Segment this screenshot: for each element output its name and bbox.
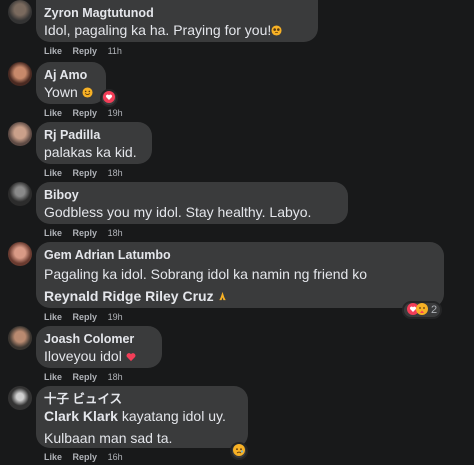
like-button[interactable]: Like bbox=[44, 168, 62, 178]
reaction-count: 2 bbox=[431, 304, 438, 316]
like-button[interactable]: Like bbox=[44, 452, 62, 462]
reaction-badge[interactable]: 2 bbox=[402, 301, 443, 319]
comment-actions: Like Reply 19h bbox=[44, 312, 123, 322]
comment-actions: Like Reply 18h bbox=[44, 168, 123, 178]
avatar[interactable] bbox=[8, 62, 32, 86]
avatar[interactable] bbox=[8, 182, 32, 206]
mention-link[interactable]: Reynald Ridge Riley Cruz bbox=[44, 288, 214, 304]
like-button[interactable]: Like bbox=[44, 46, 62, 56]
comment-time[interactable]: 19h bbox=[108, 108, 123, 118]
comment-actions: Like Reply 16h bbox=[44, 452, 123, 462]
comment-time[interactable]: 18h bbox=[108, 372, 123, 382]
comment-author[interactable]: 十子 ビュイス bbox=[44, 391, 238, 407]
comment-actions: Like Reply 18h bbox=[44, 228, 123, 238]
comment-time[interactable]: 11h bbox=[108, 46, 122, 56]
comment-bubble: Zyron Magtutunod Idol, pagaling ka ha. P… bbox=[36, 0, 318, 42]
avatar[interactable] bbox=[8, 0, 32, 24]
comment-bubble: Gem Adrian Latumbo Pagaling ka idol. Sob… bbox=[36, 242, 444, 308]
avatar[interactable] bbox=[8, 242, 32, 266]
comment-actions: Like Reply 11h bbox=[44, 46, 122, 56]
reaction-badge[interactable] bbox=[100, 89, 118, 107]
comment-actions: Like Reply 19h bbox=[44, 108, 123, 118]
comment-bubble: 十子 ビュイス Clark Klark kayatang idol uy. Ku… bbox=[36, 386, 248, 448]
comment-text: palakas ka kid. bbox=[44, 144, 137, 160]
care-reaction-icon bbox=[416, 302, 428, 318]
avatar[interactable] bbox=[8, 386, 32, 410]
comment-time[interactable]: 16h bbox=[108, 452, 123, 462]
comment-author[interactable]: Zyron Magtutunod bbox=[44, 5, 308, 21]
reply-button[interactable]: Reply bbox=[73, 168, 98, 178]
reply-button[interactable]: Reply bbox=[73, 452, 98, 462]
comment-time[interactable]: 18h bbox=[108, 228, 123, 238]
red-heart-emoji bbox=[126, 348, 136, 367]
comment-author[interactable]: Biboy bbox=[44, 187, 338, 203]
like-button[interactable]: Like bbox=[44, 228, 62, 238]
comment-bubble: Aj Amo Yown bbox=[36, 62, 106, 104]
comment-text: Yown bbox=[44, 83, 96, 103]
comment-actions: Like Reply 18h bbox=[44, 372, 123, 382]
heart-reaction-icon bbox=[103, 90, 115, 106]
avatar[interactable] bbox=[8, 122, 32, 146]
comment-text: Idol, pagaling ka ha. Praying for you! bbox=[44, 21, 308, 41]
reply-button[interactable]: Reply bbox=[73, 108, 98, 118]
reply-button[interactable]: Reply bbox=[73, 228, 98, 238]
reply-button[interactable]: Reply bbox=[73, 46, 98, 56]
comment-time[interactable]: 19h bbox=[108, 312, 123, 322]
comment-author[interactable]: Rj Padilla bbox=[44, 127, 142, 143]
pleading-face-emoji bbox=[271, 22, 282, 41]
comment-text: Clark Klark kayatang idol uy. bbox=[44, 408, 226, 424]
comment-text: Iloveyou idol bbox=[44, 347, 152, 367]
comment-bubble: Rj Padilla palakas ka kid. bbox=[36, 122, 152, 164]
avatar[interactable] bbox=[8, 326, 32, 350]
comment-bubble: Biboy Godbless you my idol. Stay healthy… bbox=[36, 182, 348, 224]
comment-text-line: Kulbaan man sad ta. bbox=[44, 430, 173, 446]
comment-text: Pagaling ka idol. Sobrang idol ka namin … bbox=[44, 266, 367, 282]
reply-button[interactable]: Reply bbox=[73, 312, 98, 322]
comment-text: Godbless you my idol. Stay healthy. Laby… bbox=[44, 204, 312, 220]
mention-link[interactable]: Clark Klark bbox=[44, 408, 118, 424]
reply-button[interactable]: Reply bbox=[73, 372, 98, 382]
like-button[interactable]: Like bbox=[44, 372, 62, 382]
reaction-badge[interactable] bbox=[230, 442, 248, 460]
comment-bubble: Joash Colomer Iloveyou idol bbox=[36, 326, 162, 368]
comment-text-line: Reynald Ridge Riley Cruz bbox=[44, 287, 434, 307]
comment-author[interactable]: Joash Colomer bbox=[44, 331, 152, 347]
grinning-face-emoji bbox=[82, 84, 93, 103]
like-button[interactable]: Like bbox=[44, 312, 62, 322]
sad-reaction-icon bbox=[233, 443, 245, 459]
comment-author[interactable]: Gem Adrian Latumbo bbox=[44, 247, 434, 263]
comment-author[interactable]: Aj Amo bbox=[44, 67, 96, 83]
comment-time[interactable]: 18h bbox=[108, 168, 123, 178]
like-button[interactable]: Like bbox=[44, 108, 62, 118]
folded-hands-emoji bbox=[217, 288, 228, 307]
